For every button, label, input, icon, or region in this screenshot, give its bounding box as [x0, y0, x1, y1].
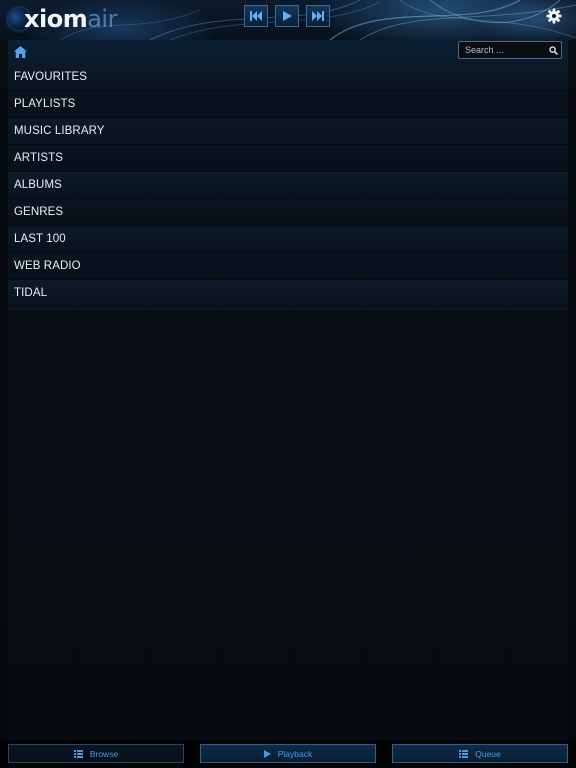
list-icon — [459, 749, 469, 758]
search-box[interactable] — [458, 41, 562, 59]
logo-main-text: xiom — [24, 5, 88, 33]
browse-tab-button[interactable]: Browse — [8, 744, 184, 763]
previous-track-button[interactable] — [244, 5, 268, 27]
menu-item-web-radio[interactable]: WEB RADIO — [8, 253, 568, 280]
skip-previous-icon — [250, 11, 262, 21]
app-logo: xiom air — [8, 6, 117, 32]
menu-item-tidal[interactable]: TIDAL — [8, 280, 568, 307]
play-button[interactable] — [275, 5, 299, 27]
menu-item-playlists[interactable]: PLAYLISTS — [8, 91, 568, 118]
browse-tab-label: Browse — [89, 748, 119, 759]
queue-tab-button[interactable]: Queue — [392, 744, 568, 763]
menu-item-music-library[interactable]: MUSIC LIBRARY — [8, 118, 568, 145]
browse-menu-list: FAVOURITES PLAYLISTS MUSIC LIBRARY ARTIS… — [8, 64, 568, 307]
browse-toolbar — [8, 40, 568, 64]
queue-tab-label: Queue — [475, 748, 501, 759]
menu-item-genres[interactable]: GENRES — [8, 199, 568, 226]
next-track-button[interactable] — [306, 5, 330, 27]
play-icon — [283, 11, 292, 21]
menu-item-favourites[interactable]: FAVOURITES — [8, 64, 568, 91]
home-icon[interactable] — [14, 46, 27, 58]
app-window: xiom air Search ... FAVOURITES PLAYLISTS… — [0, 0, 576, 768]
search-icon[interactable] — [549, 46, 558, 55]
menu-item-albums[interactable]: ALBUMS — [8, 172, 568, 199]
list-icon — [73, 749, 83, 758]
menu-item-artists[interactable]: ARTISTS — [8, 145, 568, 172]
menu-item-last-100[interactable]: LAST 100 — [8, 226, 568, 253]
header-bar: xiom air — [0, 0, 576, 40]
skip-next-icon — [312, 11, 324, 21]
list-bottom-edge — [8, 307, 568, 310]
transport-controls — [244, 5, 330, 27]
search-input[interactable] — [459, 42, 557, 58]
gear-icon[interactable] — [546, 8, 562, 24]
logo-suffix-text: air — [87, 5, 117, 33]
playback-tab-button[interactable]: Playback — [200, 744, 376, 763]
bottom-nav-bar: Browse Playback Queue — [0, 740, 576, 768]
play-icon — [263, 749, 271, 758]
playback-tab-label: Playback — [277, 748, 313, 759]
